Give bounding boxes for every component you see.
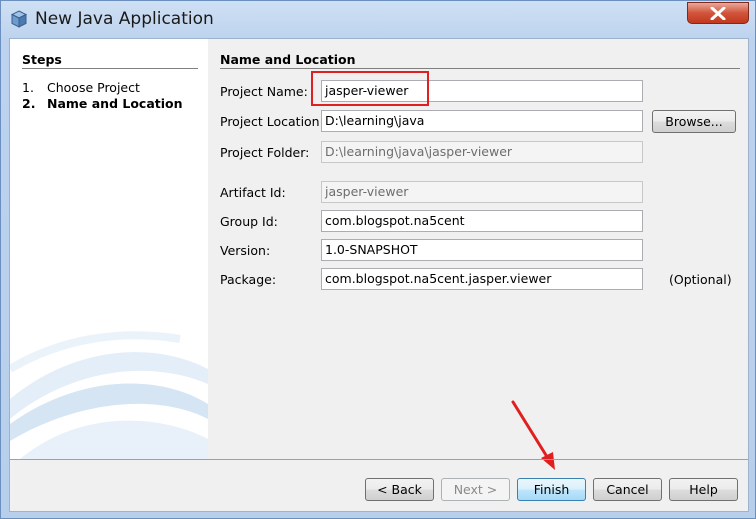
step-label: Name and Location bbox=[47, 96, 183, 111]
step-name-and-location: 2. Name and Location bbox=[22, 96, 183, 111]
close-button[interactable] bbox=[687, 2, 749, 24]
cancel-button[interactable]: Cancel bbox=[593, 478, 662, 501]
annotation-arrow bbox=[511, 400, 555, 470]
section-title: Name and Location bbox=[220, 52, 356, 67]
artifact-id-label: Artifact Id: bbox=[220, 185, 286, 200]
project-folder-field: D:\learning\java\jasper-viewer bbox=[321, 141, 643, 163]
window-title: New Java Application bbox=[35, 9, 214, 29]
footer-divider bbox=[10, 459, 748, 460]
back-button[interactable]: < Back bbox=[365, 478, 434, 501]
step-number: 2. bbox=[22, 96, 36, 111]
version-label: Version: bbox=[220, 243, 271, 258]
step-label: Choose Project bbox=[47, 80, 140, 95]
close-icon bbox=[710, 7, 726, 20]
decorative-swoosh bbox=[10, 331, 208, 459]
dialog-window: New Java Application Steps 1. Choose Proj… bbox=[0, 0, 756, 519]
finish-button[interactable]: Finish bbox=[517, 478, 586, 501]
package-field[interactable]: com.blogspot.na5cent.jasper.viewer bbox=[321, 268, 643, 290]
version-field[interactable]: 1.0-SNAPSHOT bbox=[321, 239, 643, 261]
project-folder-label: Project Folder: bbox=[220, 145, 310, 160]
package-label: Package: bbox=[220, 272, 277, 287]
step-choose-project: 1. Choose Project bbox=[22, 80, 140, 95]
project-location-label: Project Location: bbox=[220, 114, 324, 129]
java-cube-icon bbox=[11, 10, 27, 28]
help-button[interactable]: Help bbox=[669, 478, 738, 501]
artifact-id-field: jasper-viewer bbox=[321, 181, 643, 203]
steps-panel: Steps 1. Choose Project 2. Name and Locati… bbox=[10, 39, 208, 459]
section-divider bbox=[220, 68, 740, 69]
optional-note: (Optional) bbox=[669, 272, 732, 287]
next-button: Next > bbox=[441, 478, 510, 501]
group-id-label: Group Id: bbox=[220, 214, 278, 229]
step-number: 1. bbox=[22, 80, 34, 95]
project-name-label: Project Name: bbox=[220, 84, 308, 99]
browse-button[interactable]: Browse... bbox=[652, 110, 736, 133]
project-location-field[interactable]: D:\learning\java bbox=[321, 110, 643, 132]
steps-divider bbox=[22, 68, 198, 69]
steps-title: Steps bbox=[22, 52, 62, 67]
annotation-highlight-box bbox=[311, 71, 429, 106]
dialog-client: Steps 1. Choose Project 2. Name and Locati… bbox=[9, 38, 749, 512]
group-id-field[interactable]: com.blogspot.na5cent bbox=[321, 210, 643, 232]
title-bar[interactable]: New Java Application bbox=[1, 1, 755, 37]
